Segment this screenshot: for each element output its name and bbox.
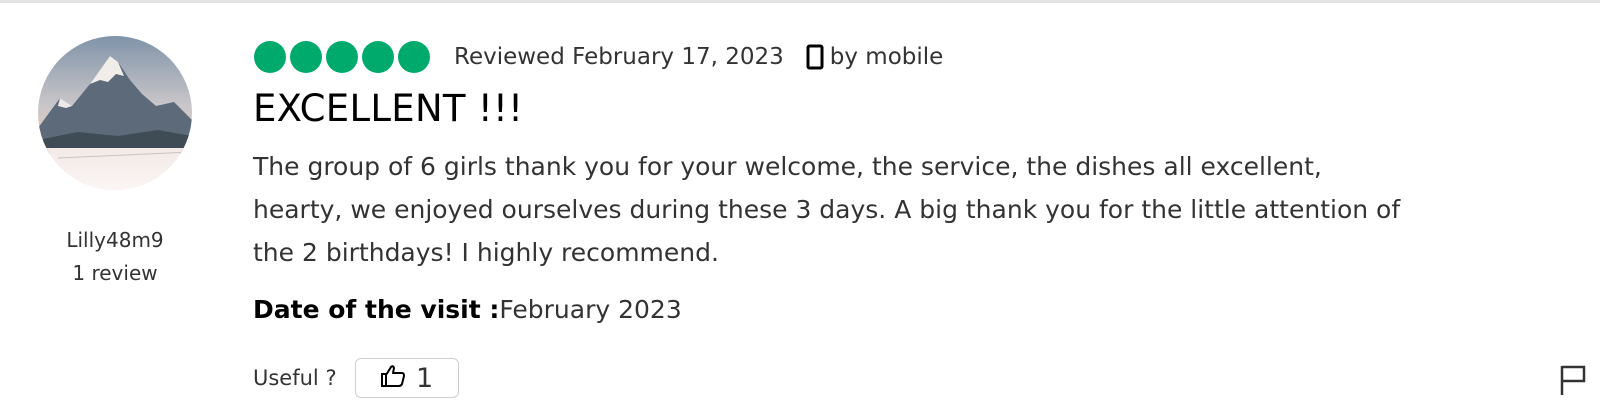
review-date: Reviewed February 17, 2023 (454, 44, 784, 70)
review-source: by mobile (829, 44, 944, 70)
visit-date-value: February 2023 (499, 295, 682, 324)
review-body-line: The group of 6 girls thank you for your … (253, 152, 1322, 181)
review-body-line: hearty, we enjoyed ourselves during thes… (253, 195, 1401, 224)
visit-date: Date of the visit :February 2023 (253, 295, 682, 324)
rating-bubble (290, 41, 322, 73)
avatar-mountain-image (38, 36, 192, 190)
review-title[interactable]: EXCELLENT !!! (253, 87, 523, 130)
helpful-vote-button[interactable]: 1 (354, 358, 459, 398)
visit-date-label: Date of the visit : (253, 295, 500, 324)
avatar[interactable] (38, 36, 192, 190)
flag-icon[interactable] (1558, 363, 1588, 397)
rating-bubble (362, 41, 394, 73)
mobile-phone-icon (806, 44, 824, 70)
review-body: The group of 6 girls thank you for your … (253, 145, 1493, 274)
review-card: Lilly48m9 1 review Reviewed February 17,… (0, 3, 1600, 416)
helpful-label: Useful ? (253, 366, 337, 390)
helpful-count: 1 (416, 362, 434, 394)
rating-bubble (398, 41, 430, 73)
reviewer-name[interactable]: Lilly48m9 (38, 228, 192, 252)
rating-bubbles (254, 41, 430, 73)
rating-bubble (254, 41, 286, 73)
review-body-line: the 2 birthdays! I highly recommend. (253, 238, 719, 267)
helpful-row: Useful ? 1 (253, 357, 459, 399)
review-meta: Reviewed February 17, 2023 by mobile (254, 39, 943, 75)
rating-bubble (326, 41, 358, 73)
reviewer-review-count: 1 review (72, 261, 158, 285)
thumbs-up-icon (380, 364, 406, 392)
